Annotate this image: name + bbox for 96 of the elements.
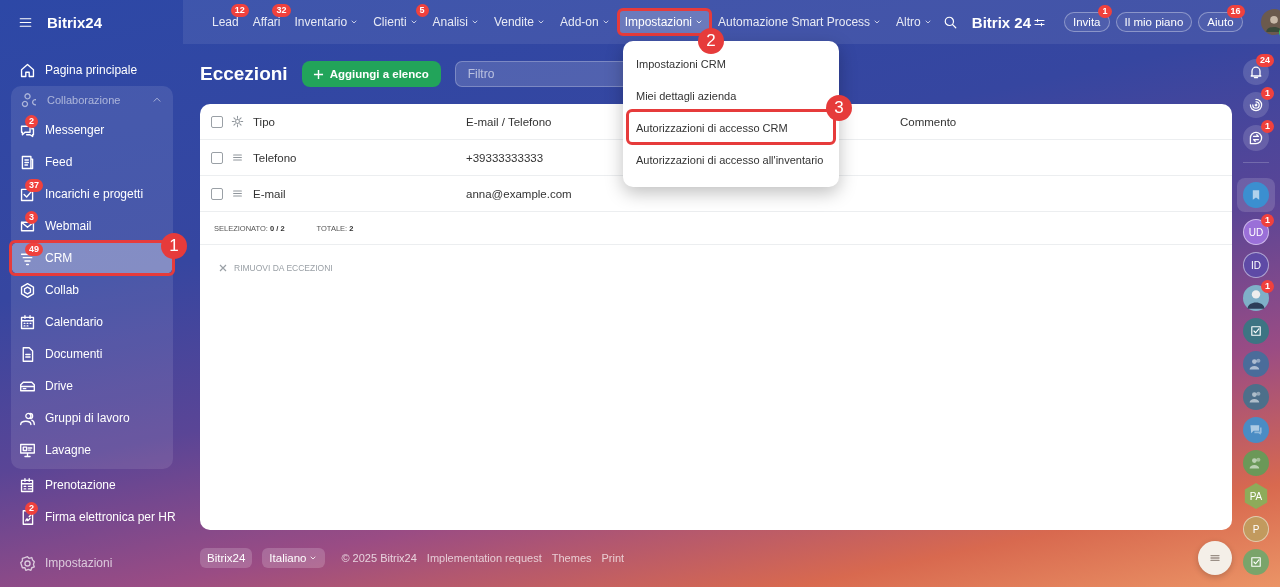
table-cell: E-mail xyxy=(253,187,286,200)
footer-link[interactable]: Implementation request xyxy=(426,552,542,564)
calendar-list-icon xyxy=(19,476,36,494)
column-header[interactable]: E-mail / Telefono xyxy=(466,115,552,128)
group-header[interactable]: Collaborazione xyxy=(11,86,173,114)
sidebar-item[interactable]: Calendario xyxy=(11,306,112,338)
activity-button[interactable] xyxy=(1243,92,1269,118)
close-icon xyxy=(218,263,228,273)
bookmark-button[interactable] xyxy=(1243,182,1269,208)
bell-icon xyxy=(1248,64,1264,80)
checkbox-icon xyxy=(1249,324,1263,338)
count-badge: 1 xyxy=(1261,214,1274,227)
sidebar-item[interactable]: Drive xyxy=(11,370,81,402)
checkbox-icon xyxy=(1249,555,1263,569)
checkbox[interactable] xyxy=(211,151,223,164)
column-header[interactable]: Commento xyxy=(900,115,957,128)
logo[interactable]: Bitrix24 xyxy=(47,13,103,31)
settings-icon xyxy=(231,115,244,128)
count-badge: 2 xyxy=(25,502,38,515)
sidebar-item[interactable]: Documenti xyxy=(11,338,111,370)
count-badge: 16 xyxy=(1226,5,1245,18)
nav-item[interactable]: Impostazioni xyxy=(618,10,711,34)
sidebar-item[interactable]: Lavagne xyxy=(11,434,100,466)
chat-button[interactable] xyxy=(1198,541,1232,575)
count-badge: 2 xyxy=(25,115,38,128)
menu-item[interactable]: Miei dettagli azienda xyxy=(636,90,737,102)
news-icon xyxy=(19,153,36,171)
sidebar-item[interactable]: Messenger 2 xyxy=(11,114,113,146)
sidebar-item[interactable]: Feed xyxy=(11,146,81,178)
table-cell: +39333333333 xyxy=(466,151,544,164)
task-chat-avatar[interactable] xyxy=(1243,549,1269,575)
callout-number: 3 xyxy=(826,95,852,121)
callout-number: 1 xyxy=(161,233,187,259)
page-title: Eccezioni xyxy=(200,63,288,85)
copyright: © 2025 Bitrix24 xyxy=(341,552,417,564)
search-icon xyxy=(942,14,958,30)
count-badge: 49 xyxy=(25,243,43,256)
header-button[interactable]: Il mio piano xyxy=(1115,12,1193,32)
nav-item[interactable]: Add-on xyxy=(553,10,617,34)
calendar-icon xyxy=(19,313,36,331)
sidebar-item[interactable]: Impostazioni xyxy=(11,547,121,579)
exchange-icon xyxy=(1248,130,1264,146)
user-avatar[interactable] xyxy=(1260,9,1280,35)
checkbox[interactable] xyxy=(211,187,223,200)
column-header[interactable]: Tipo xyxy=(253,115,275,128)
task-chat-avatar[interactable] xyxy=(1243,318,1269,344)
group-chat-avatar[interactable] xyxy=(1243,351,1269,377)
board-icon xyxy=(19,441,36,459)
contact-avatar[interactable] xyxy=(1243,285,1269,311)
drag-handle-icon xyxy=(231,151,244,164)
table-cell: Telefono xyxy=(253,151,297,164)
sidebar-item[interactable]: Webmail 3 xyxy=(11,210,100,242)
count-badge: 1 xyxy=(1261,87,1274,100)
contact-avatar[interactable]: ID xyxy=(1243,252,1269,278)
hexagon-icon xyxy=(19,281,36,299)
menu-item[interactable]: Autorizzazioni di accesso CRM xyxy=(636,122,788,134)
language-select[interactable]: Italiano xyxy=(262,548,326,568)
checkbox[interactable] xyxy=(211,115,223,128)
group-chat-avatar[interactable] xyxy=(1243,384,1269,410)
footer-link[interactable]: Print xyxy=(601,552,625,564)
add-button[interactable]: Aggiungi a elenco xyxy=(301,61,441,87)
count-badge: 3 xyxy=(25,211,38,224)
sidebar-item[interactable]: Gruppi di lavoro xyxy=(11,402,138,434)
count-badge: 5 xyxy=(415,4,429,17)
menu-item[interactable]: Autorizzazioni di accesso all'inventario xyxy=(636,154,824,166)
menu-item[interactable]: Impostazioni CRM xyxy=(636,58,726,70)
nav-item[interactable]: Vendite xyxy=(487,10,552,34)
count-badge: 37 xyxy=(25,179,43,192)
count-badge: 12 xyxy=(230,4,249,17)
group-chat-avatar[interactable] xyxy=(1243,450,1269,476)
count-badge: 1 xyxy=(1098,5,1112,18)
sidebar-item[interactable]: Prenotazione xyxy=(11,469,124,501)
footer-link[interactable]: Themes xyxy=(551,552,592,564)
home-icon xyxy=(19,61,36,79)
chat-icon xyxy=(1248,422,1264,438)
nav-item[interactable]: Inventario xyxy=(288,10,366,34)
count-badge: 24 xyxy=(1256,54,1274,67)
sidebar-item[interactable]: Firma elettronica per HR 2 xyxy=(11,501,184,533)
circles-icon xyxy=(19,91,36,109)
count-badge: 32 xyxy=(272,4,291,17)
callout-number: 2 xyxy=(698,28,725,54)
sidebar-item[interactable]: Collab xyxy=(11,274,88,306)
brand-logo: Bitrix 24 xyxy=(971,13,1031,31)
nav-item[interactable]: Altro xyxy=(890,10,939,34)
messages-button[interactable] xyxy=(1243,125,1269,151)
spiral-icon xyxy=(1248,97,1264,113)
drag-handle-icon xyxy=(231,187,244,200)
table-cell: anna@example.com xyxy=(466,187,572,200)
footer-logo[interactable]: Bitrix24 xyxy=(200,548,253,568)
settings-icon xyxy=(19,554,36,572)
count-badge: 1 xyxy=(1261,120,1274,133)
chat-avatar[interactable] xyxy=(1243,417,1269,443)
sidebar-item[interactable]: Pagina principale xyxy=(11,54,146,86)
plus-icon xyxy=(311,67,325,81)
sidebar-item[interactable]: Incarichi e progetti 37 xyxy=(11,178,152,210)
nav-item[interactable]: Analisi xyxy=(426,10,486,34)
